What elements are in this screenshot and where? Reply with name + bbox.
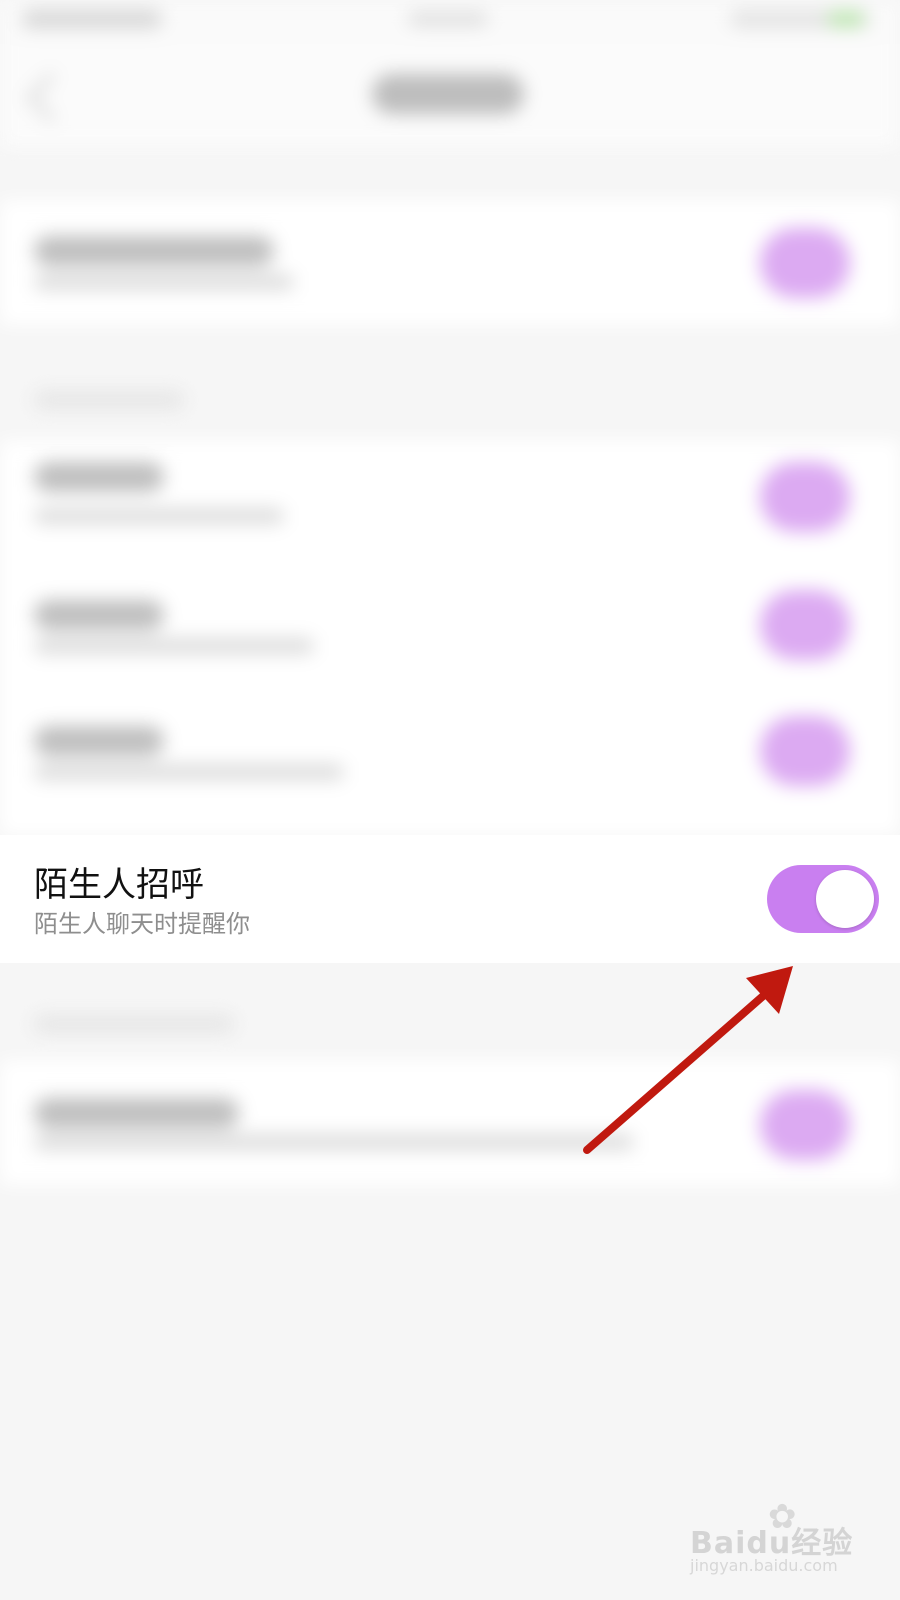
- setting-toggle[interactable]: [760, 228, 850, 298]
- setting-title: 陌生人招呼: [34, 865, 204, 905]
- setting-toggle[interactable]: [760, 1090, 850, 1160]
- status-carrier: [408, 12, 488, 26]
- watermark: ✿ Baidu经验 jingyan.baidu.com: [690, 1500, 870, 1580]
- setting-subtitle: [34, 764, 344, 780]
- setting-title: [34, 236, 274, 266]
- setting-subtitle: [34, 1134, 634, 1150]
- settings-screen: 陌生人招呼 陌生人聊天时提醒你 ✿ Baidu经验 jingyan.baidu.…: [0, 0, 900, 1600]
- nav-bar: [0, 44, 900, 148]
- setting-toggle[interactable]: [760, 590, 850, 660]
- setting-subtitle: [34, 508, 284, 524]
- section-header: [34, 1016, 234, 1032]
- section-header: [34, 392, 184, 408]
- settings-card-3: [0, 1060, 900, 1185]
- battery-icon: [828, 12, 864, 26]
- status-time: [22, 10, 162, 28]
- watermark-url: jingyan.baidu.com: [690, 1556, 838, 1575]
- blurred-background: [0, 0, 900, 1600]
- setting-title: [34, 726, 164, 756]
- setting-subtitle: 陌生人聊天时提醒你: [34, 910, 250, 938]
- setting-toggle[interactable]: [760, 716, 850, 786]
- stranger-greeting-row: 陌生人招呼 陌生人聊天时提醒你: [0, 835, 900, 963]
- stranger-greeting-toggle[interactable]: [767, 865, 879, 933]
- setting-title: [34, 462, 164, 492]
- toggle-knob: [816, 870, 874, 928]
- setting-toggle[interactable]: [760, 462, 850, 532]
- setting-title: [34, 1098, 239, 1128]
- nav-title: [372, 74, 524, 114]
- setting-title: [34, 600, 164, 630]
- settings-card-1: [0, 200, 900, 325]
- setting-subtitle: [34, 274, 294, 290]
- setting-subtitle: [34, 638, 314, 654]
- status-bar: [0, 0, 900, 44]
- settings-card-2: [0, 440, 900, 835]
- chevron-left-icon[interactable]: [26, 72, 77, 123]
